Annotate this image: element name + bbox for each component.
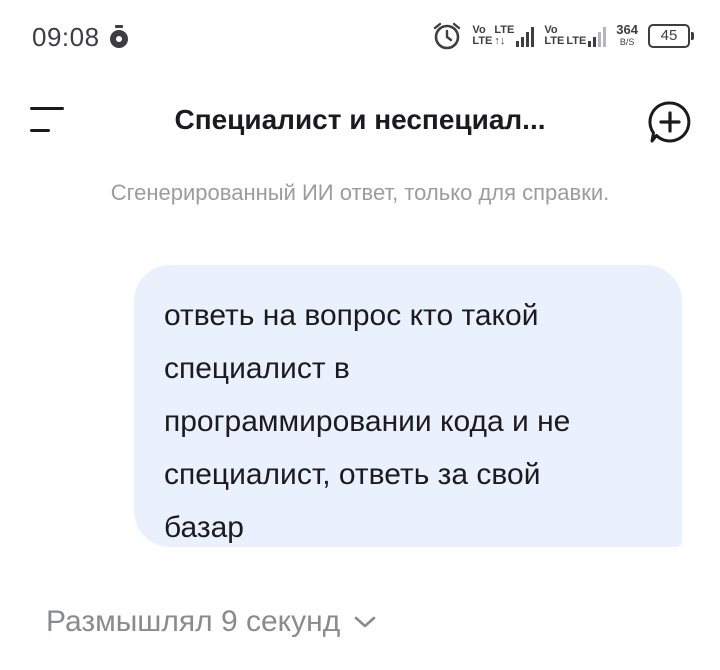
sim1-volte-bottom: LTE [472,35,493,47]
network-speed: 364 B/S [616,22,638,48]
sim2-lte-top: LTE [566,35,587,47]
user-message-bubble[interactable]: ответь на вопрос кто такой специалист в … [134,265,682,547]
thinking-label: Размышлял 9 секунд [46,605,341,638]
status-indicator-icon [110,25,128,48]
ai-disclaimer: Сгенерированный ИИ ответ, только для спр… [110,180,610,205]
alarm-icon [434,22,461,50]
speed-value: 364 [616,22,638,37]
status-bar: 09:08 Vo LTE LTE ↑↓ Vo LTE LTE 364 B/S 4… [0,0,720,72]
sim1-signal-bars-icon [516,25,535,47]
sim2-volte-bottom: LTE [544,35,565,47]
sim2-signal: Vo LTE LTE [544,25,607,47]
sim2-signal-bars-icon [588,25,607,47]
battery-icon: 45 [648,24,694,48]
user-message-text: ответь на вопрос кто такой специалист в … [164,299,571,544]
speed-unit: B/S [619,37,635,47]
sim1-signal: Vo LTE LTE ↑↓ [472,25,535,47]
thinking-toggle[interactable]: Размышлял 9 секунд [46,605,376,639]
status-time: 09:08 [32,22,100,52]
new-chat-icon[interactable] [648,100,692,144]
chat-title[interactable]: Специалист и неспециал... [0,104,720,136]
battery-level: 45 [660,27,678,44]
sim1-lte-bottom: ↑↓ [494,35,506,47]
chevron-down-icon [354,616,376,628]
